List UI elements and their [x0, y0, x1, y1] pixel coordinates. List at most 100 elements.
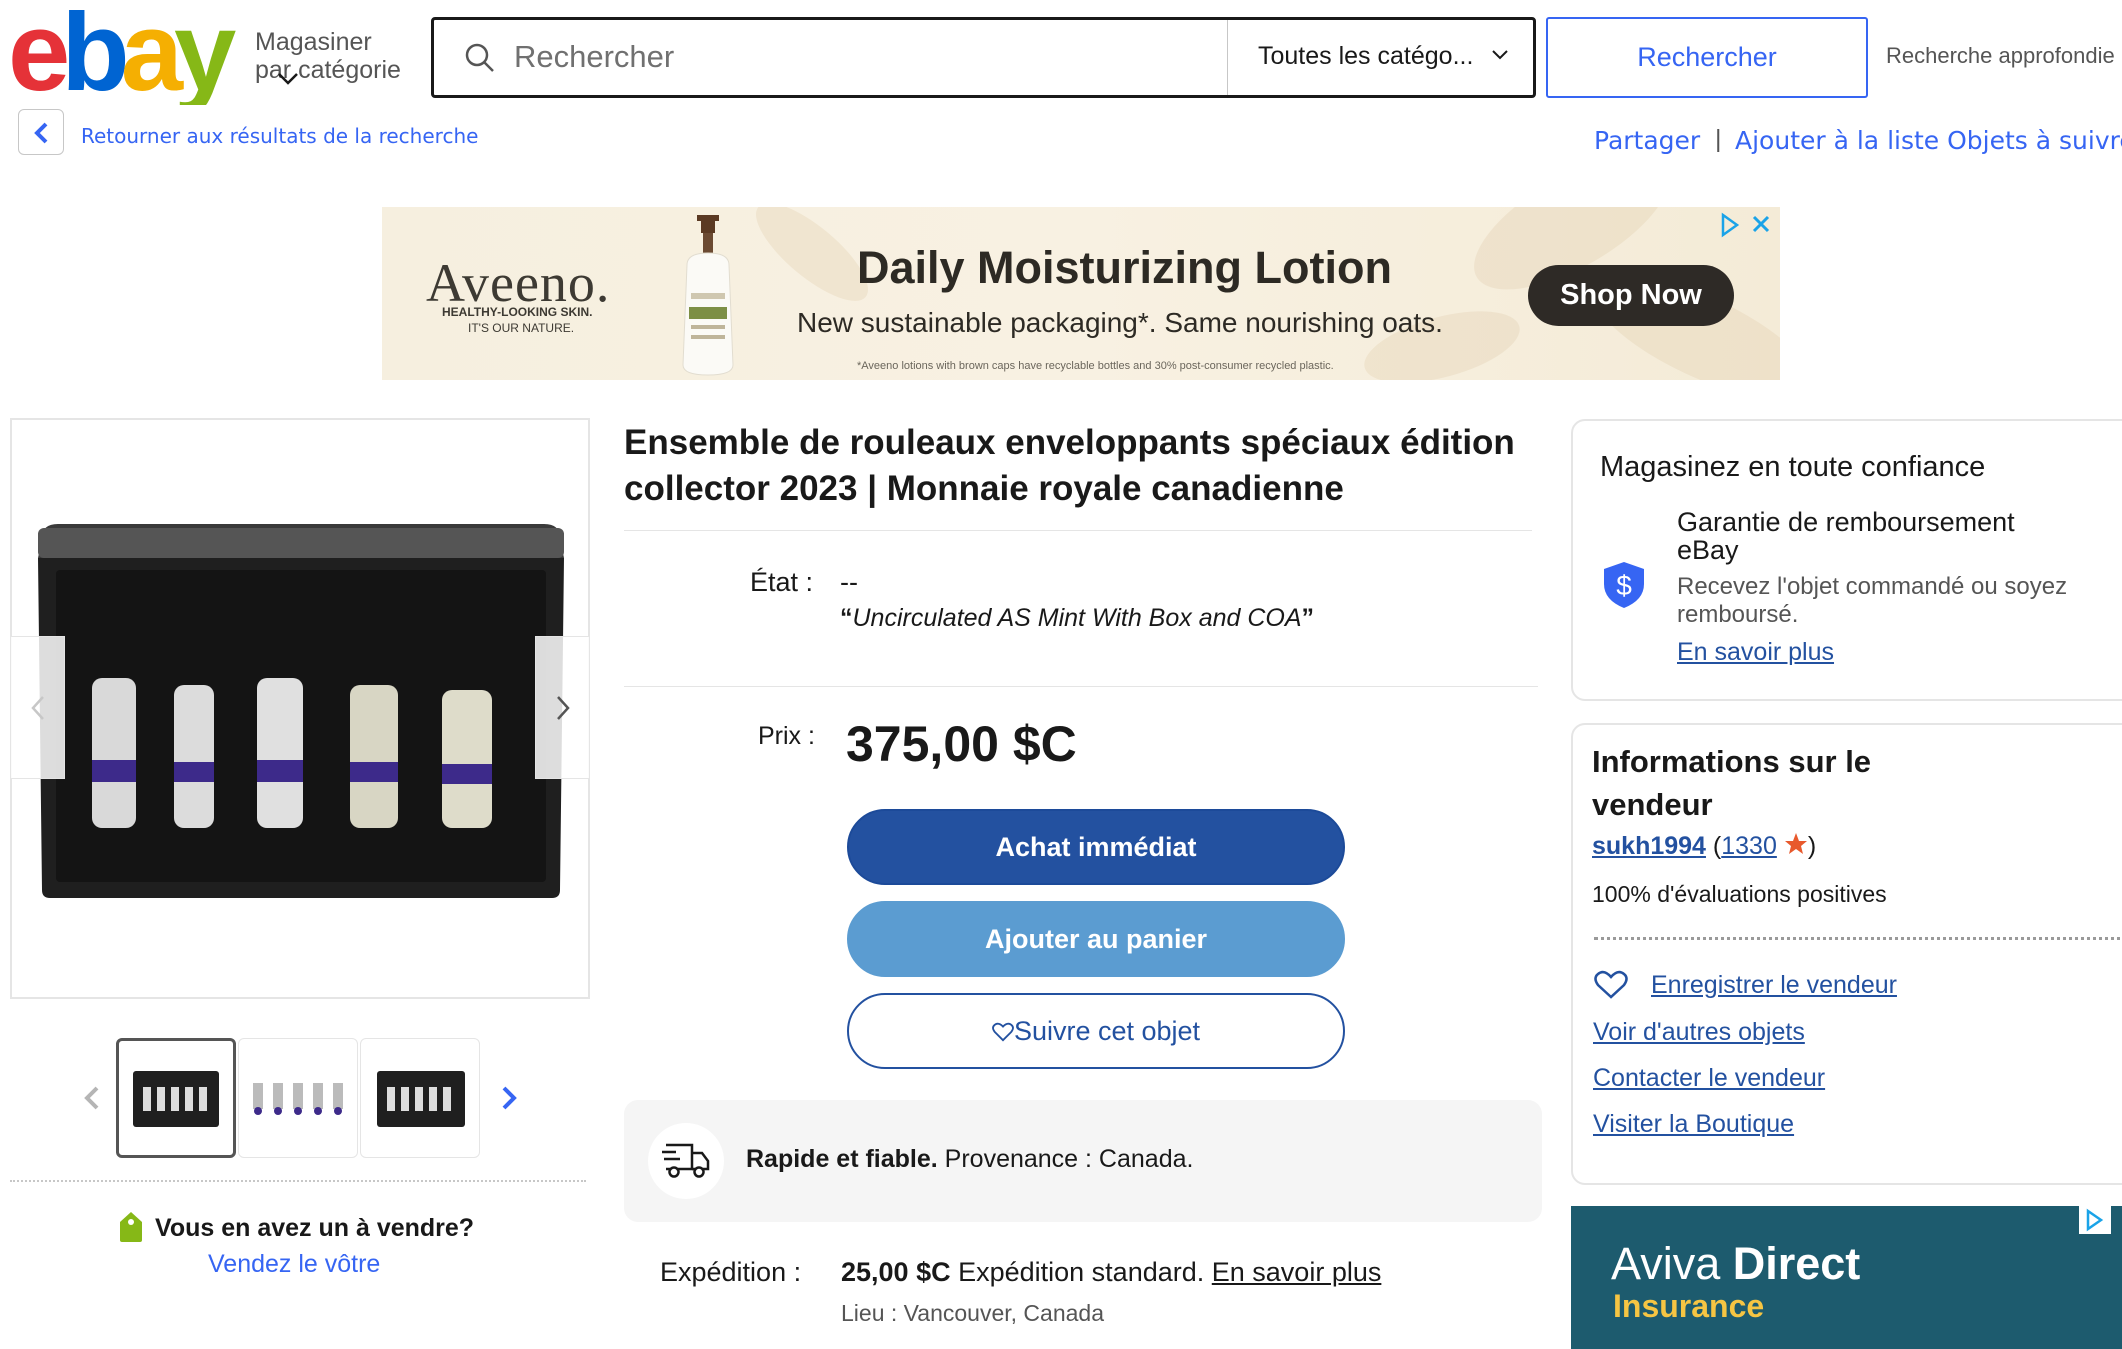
aviva-brand-bold: Direct	[1732, 1238, 1861, 1289]
watch-item-button[interactable]: Suivre cet objet	[847, 993, 1345, 1069]
seller-info-title: Informations sur le vendeur	[1592, 744, 1872, 822]
carousel-next-button[interactable]	[535, 636, 590, 779]
heart-icon[interactable]	[1594, 970, 1628, 1000]
paren-close: )	[1807, 832, 1817, 860]
seller-name-row: sukh1994 (1330 )	[1592, 832, 1816, 861]
back-button[interactable]	[18, 109, 64, 155]
shipping-info: 25,00 $C Expédition standard. En savoir …	[841, 1257, 1381, 1288]
guarantee-learn-more-link[interactable]: En savoir plus	[1677, 638, 1834, 667]
sell-yours-link[interactable]: Vendez le vôtre	[208, 1250, 380, 1279]
shop-by-category-line1: Magasiner	[255, 28, 372, 56]
separator: |	[1715, 125, 1722, 153]
aviva-brand: Aviva Direct	[1611, 1238, 1860, 1290]
ebay-logo[interactable]: ebay	[8, 0, 245, 114]
sell-question: Vous en avez un à vendre?	[155, 1214, 475, 1242]
money-back-guarantee-desc: Recevez l'objet commandé ou soyez rembou…	[1677, 573, 2068, 628]
star-icon	[1784, 833, 1807, 854]
shield-dollar-icon: $	[1604, 562, 1644, 608]
advanced-search-link[interactable]: Recherche approfondie	[1886, 43, 2115, 69]
quote-close: ”	[1301, 604, 1315, 632]
carousel-prev-button[interactable]	[10, 636, 65, 779]
adchoices-icon[interactable]	[2079, 1206, 2111, 1234]
fast-reliable-bold: Rapide et fiable.	[746, 1145, 938, 1173]
back-to-results-link[interactable]: Retourner aux résultats de la recherche	[81, 124, 478, 148]
heart-icon	[992, 1022, 1014, 1042]
adchoices-close-icon[interactable]	[1718, 211, 1776, 239]
shipping-cost: 25,00 $C	[841, 1257, 951, 1287]
chevron-left-icon	[34, 122, 48, 144]
fast-reliable-text: Rapide et fiable. Provenance : Canada.	[746, 1145, 1193, 1174]
category-select[interactable]: Toutes les catégo...	[1227, 20, 1536, 95]
trust-title: Magasinez en toute confiance	[1600, 451, 1986, 483]
svg-text:ebay: ebay	[8, 10, 236, 105]
chevron-right-icon	[557, 696, 570, 720]
visit-store-link[interactable]: Visiter la Boutique	[1593, 1110, 1794, 1139]
chevron-down-icon	[1492, 50, 1508, 60]
divider	[10, 1180, 586, 1182]
ad-aviva-direct[interactable]: Aviva Direct Insurance	[1571, 1206, 2122, 1349]
divider	[624, 686, 1538, 687]
svg-text:$: $	[1616, 570, 1632, 601]
delivery-truck-icon-wrap	[648, 1123, 724, 1199]
category-select-value: Toutes les catégo...	[1258, 42, 1474, 70]
shop-now-button[interactable]: Shop Now	[1528, 265, 1734, 326]
shop-by-category[interactable]: Magasiner par catégorie	[255, 28, 401, 85]
aveeno-tagline-1: HEALTHY-LOOKING SKIN.	[442, 305, 593, 319]
thumb-prev-icon[interactable]	[82, 1086, 102, 1110]
search-button[interactable]: Rechercher	[1546, 17, 1868, 98]
thumbnail-3[interactable]	[360, 1038, 480, 1158]
thumbnail-image	[253, 1083, 343, 1115]
seller-name-link[interactable]: sukh1994	[1592, 832, 1706, 860]
thumb-next-icon[interactable]	[499, 1086, 519, 1110]
divider	[624, 530, 1532, 531]
positive-feedback: 100% d'évaluations positives	[1592, 881, 1887, 907]
save-seller-link[interactable]: Enregistrer le vendeur	[1651, 971, 1897, 1000]
search-icon	[465, 43, 494, 72]
add-to-cart-button[interactable]: Ajouter au panier	[847, 901, 1345, 977]
price-tag-icon	[120, 1212, 142, 1242]
divider	[1594, 937, 2122, 940]
price-label: Prix :	[758, 722, 815, 750]
thumbnail-image	[133, 1071, 219, 1127]
condition-label: État :	[750, 567, 814, 597]
shipping-learn-more-link[interactable]: En savoir plus	[1212, 1257, 1382, 1287]
buy-now-button[interactable]: Achat immédiat	[847, 809, 1345, 885]
aveeno-tagline-2: IT'S OUR NATURE.	[468, 321, 575, 335]
feedback-count-link[interactable]: 1330	[1721, 832, 1777, 860]
ad-banner-aveeno[interactable]: Aveeno. HEALTHY-LOOKING SKIN. IT'S OUR N…	[382, 207, 1780, 380]
shipping-method: Expédition standard.	[950, 1257, 1212, 1287]
thumbnail-2[interactable]	[238, 1038, 358, 1158]
quote-open: “	[840, 604, 853, 632]
search-input[interactable]	[514, 32, 1234, 82]
condition-value: --	[840, 567, 858, 597]
item-location: Lieu : Vancouver, Canada	[841, 1300, 1104, 1326]
listing-title: Ensemble de rouleaux enveloppants spécia…	[624, 423, 1515, 508]
aviva-brand-light: Aviva	[1611, 1238, 1733, 1289]
ad-subline: New sustainable packaging*. Same nourish…	[797, 307, 1443, 338]
money-back-guarantee-title: Garantie de remboursement eBay	[1677, 507, 2015, 565]
condition-quote: “Uncirculated AS Mint With Box and COA”	[840, 604, 1314, 633]
chevron-down-icon	[278, 73, 298, 85]
see-other-items-link[interactable]: Voir d'autres objets	[1593, 1018, 1805, 1047]
thumbnail-image	[377, 1071, 465, 1127]
thumbnail-1[interactable]	[116, 1038, 236, 1158]
ad-fineprint: *Aveeno lotions with brown caps have rec…	[857, 360, 1334, 372]
product-main-image[interactable]	[10, 418, 590, 999]
chevron-left-icon	[31, 696, 44, 720]
price-value: 375,00 $C	[846, 716, 1077, 772]
coin-rolls-box-image	[38, 524, 564, 898]
contact-seller-link[interactable]: Contacter le vendeur	[1593, 1064, 1825, 1093]
watch-item-label: Suivre cet objet	[1013, 1016, 1201, 1046]
share-link[interactable]: Partager	[1594, 126, 1700, 155]
ad-headline: Daily Moisturizing Lotion	[857, 242, 1392, 293]
fast-reliable-banner: Rapide et fiable. Provenance : Canada.	[624, 1100, 1542, 1222]
delivery-truck-icon	[662, 1143, 710, 1178]
search-bar: Toutes les catégo...	[431, 17, 1536, 98]
add-to-watchlist-link[interactable]: Ajouter à la liste Objets à suivre	[1735, 126, 2122, 155]
paren-open: (	[1705, 832, 1722, 860]
origin-text: Provenance : Canada.	[937, 1145, 1194, 1173]
aviva-product: Insurance	[1613, 1288, 1765, 1324]
shipping-label: Expédition :	[660, 1257, 802, 1287]
lotion-bottle-image	[682, 215, 734, 376]
condition-quote-text: Uncirculated AS Mint With Box and COA	[852, 604, 1302, 632]
